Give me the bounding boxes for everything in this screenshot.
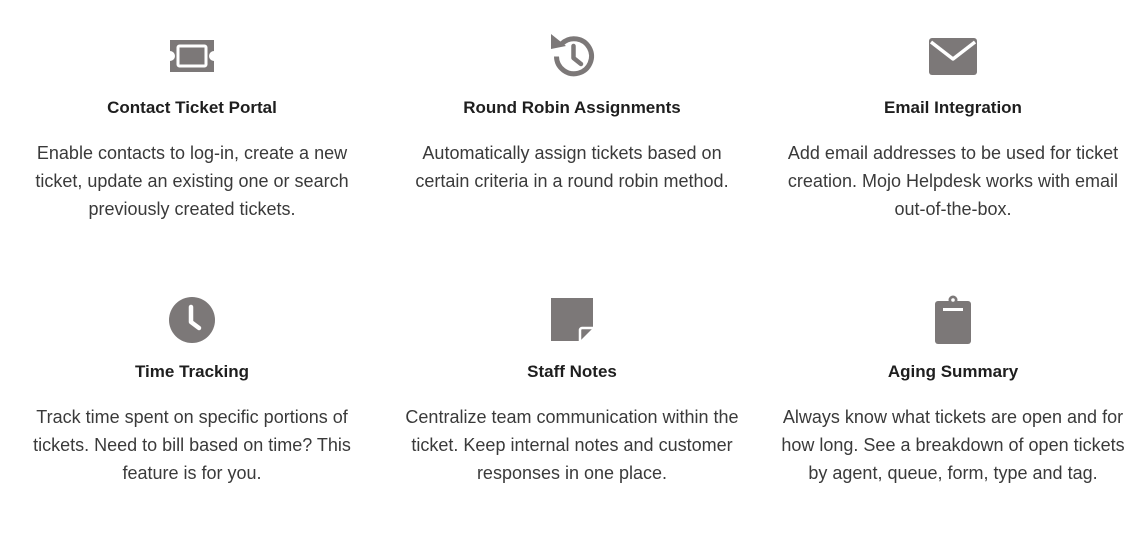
feature-title: Aging Summary (887, 362, 1019, 381)
history-icon (547, 31, 597, 81)
feature-title: Round Robin Assignments (463, 98, 681, 117)
feature-description: Track time spent on specific portions of… (33, 407, 351, 483)
features-grid: Contact Ticket Portal Enable contacts to… (0, 0, 1146, 548)
feature-email-integration: Email Integration Add email addresses to… (768, 31, 1138, 223)
feature-round-robin-assignments: Round Robin Assignments Automatically as… (387, 31, 757, 195)
feature-title: Time Tracking (134, 362, 249, 381)
feature-description: Automatically assign tickets based on ce… (415, 143, 729, 191)
clipboard-icon (928, 295, 978, 345)
feature-description: Add email addresses to be used for ticke… (787, 143, 1119, 219)
feature-title: Contact Ticket Portal (107, 98, 277, 117)
feature-contact-ticket-portal: Contact Ticket Portal Enable contacts to… (7, 31, 377, 223)
sticky-note-icon (547, 295, 597, 345)
ticket-icon (167, 31, 217, 81)
clock-icon (167, 295, 217, 345)
feature-time-tracking: Time Tracking Track time spent on specif… (7, 295, 377, 487)
envelope-icon (928, 31, 978, 81)
feature-title: Email Integration (884, 98, 1022, 117)
feature-staff-notes: Staff Notes Centralize team communicatio… (387, 295, 757, 487)
feature-description: Enable contacts to log-in, create a new … (35, 143, 349, 219)
feature-description: Always know what tickets are open and fo… (781, 407, 1125, 483)
feature-aging-summary: Aging Summary Always know what tickets a… (768, 295, 1138, 487)
feature-title: Staff Notes (527, 362, 617, 381)
feature-description: Centralize team communication within the… (405, 407, 739, 483)
